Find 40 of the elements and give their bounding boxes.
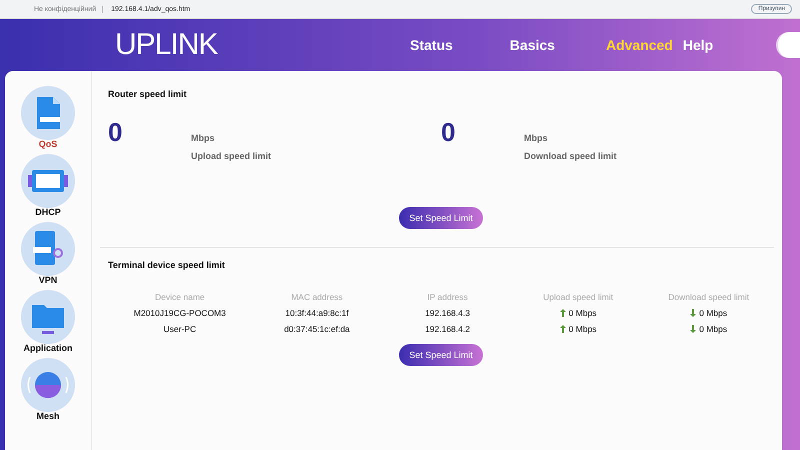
- table-cell-text: d0:37:45:1c:ef:da: [283, 324, 351, 334]
- sidebar-item[interactable]: Application: [24, 343, 72, 353]
- circuit-board-icon: [20, 153, 76, 209]
- speed-value: 0: [108, 117, 124, 149]
- table-cell-text: User-PC: [162, 324, 198, 334]
- column-header: IP address: [426, 292, 469, 302]
- sidebar-item[interactable]: QoS: [38, 139, 58, 149]
- section-title: Terminal device speed limit: [108, 260, 226, 270]
- table-cell-text: 10:3f:44:a9:8c:1f: [284, 308, 350, 318]
- column-header: Upload speed limit: [542, 292, 614, 302]
- table-cell: 0 Mbps: [699, 324, 728, 334]
- table-cell: 0 Mbps: [699, 308, 728, 318]
- set-speed-limit-button[interactable]: Set Speed Limit: [399, 344, 483, 366]
- column-header: Download speed limit: [667, 292, 750, 302]
- document-icon: [20, 85, 76, 141]
- folder-icon: [20, 289, 76, 345]
- nav-link[interactable]: Help: [682, 37, 714, 53]
- section-title: Router speed limit: [108, 89, 188, 99]
- speed-label: Download speed limit: [524, 151, 617, 161]
- table-cell: 0 Mbps: [568, 308, 597, 318]
- nav-link[interactable]: Status: [410, 37, 453, 53]
- nav-link[interactable]: Basics: [510, 37, 555, 53]
- table-cell-text: 192.168.4.3: [424, 308, 471, 318]
- sidebar-item[interactable]: VPN: [38, 275, 58, 285]
- table-cell-text: 192.168.4.2: [424, 324, 471, 334]
- globe-icon: [20, 357, 76, 413]
- speed-label: Upload speed limit: [191, 151, 272, 161]
- unit-label: Mbps: [524, 133, 548, 143]
- table-cell-text: M2010J19CG-POCOM3: [132, 308, 227, 318]
- speed-value: 0: [441, 117, 456, 149]
- nav-link[interactable]: Advanced: [606, 37, 673, 53]
- round-header-button[interactable]: [776, 32, 800, 58]
- sidebar-item[interactable]: Mesh: [36, 411, 60, 421]
- column-header: MAC address: [290, 292, 344, 302]
- table-cell: 0 Mbps: [568, 324, 597, 334]
- sidebar-item[interactable]: DHCP: [35, 207, 61, 217]
- set-speed-limit-button[interactable]: Set Speed Limit: [399, 207, 483, 229]
- column-header: Device name: [154, 292, 206, 302]
- logo: UPLINK: [115, 28, 219, 62]
- unit-label: Mbps: [191, 133, 216, 143]
